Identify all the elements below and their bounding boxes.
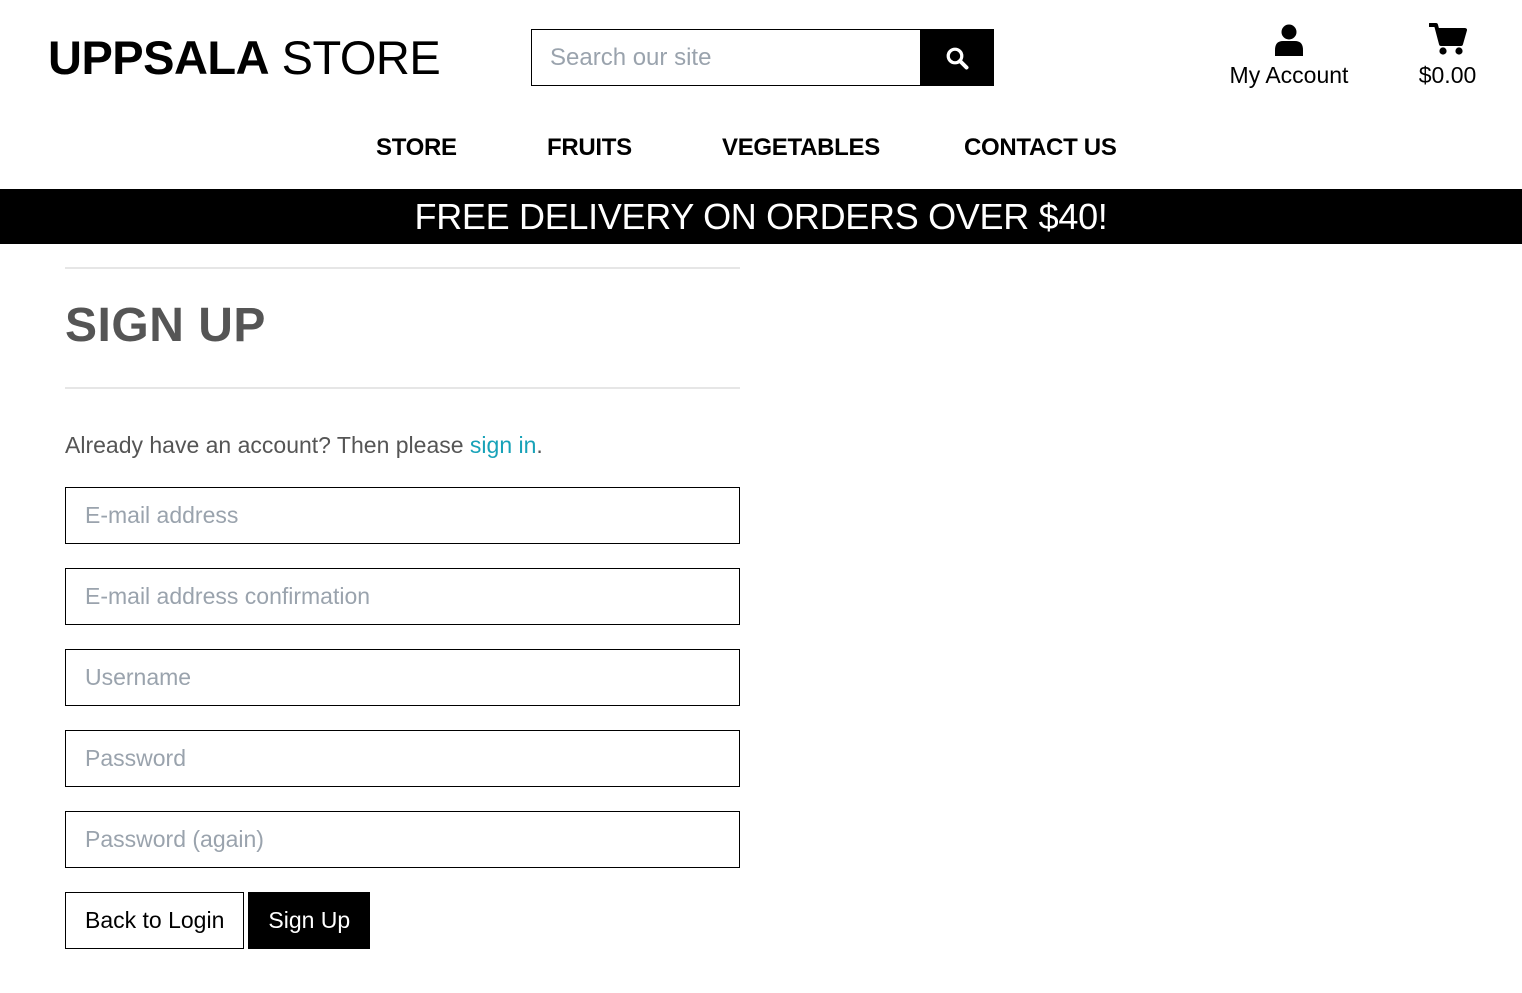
search-form xyxy=(531,29,994,86)
free-delivery-banner: FREE DELIVERY ON ORDERS OVER $40! xyxy=(0,189,1522,244)
nav-item-store[interactable]: STORE xyxy=(376,128,457,168)
page-title: SIGN UP xyxy=(65,299,266,352)
logo-bold-text: UPPSALA xyxy=(48,31,270,84)
cart-total: $0.00 xyxy=(1418,62,1477,88)
store-logo[interactable]: UPPSALA STORE xyxy=(48,30,441,86)
signin-prompt: Already have an account? Then please sig… xyxy=(65,430,740,460)
main-nav: STORE FRUITS VEGETABLES CONTACT US xyxy=(0,128,1522,168)
sign-in-link[interactable]: sign in xyxy=(470,432,536,458)
search-icon xyxy=(946,47,969,69)
password-again-field[interactable] xyxy=(65,811,740,868)
form-actions: Back to Login Sign Up xyxy=(65,892,740,949)
top-divider xyxy=(65,267,740,269)
user-icon xyxy=(1275,24,1303,56)
email-confirm-field[interactable] xyxy=(65,568,740,625)
search-input[interactable] xyxy=(531,29,920,86)
email-field[interactable] xyxy=(65,487,740,544)
site-header: UPPSALA STORE My Account xyxy=(0,0,1522,189)
username-field[interactable] xyxy=(65,649,740,706)
nav-item-contact-us[interactable]: CONTACT US xyxy=(964,128,1117,168)
nav-item-fruits[interactable]: FRUITS xyxy=(547,128,632,168)
title-divider xyxy=(65,387,740,389)
shopping-cart-icon xyxy=(1428,23,1467,55)
my-account-link[interactable]: My Account xyxy=(1210,20,1368,94)
sign-up-button[interactable]: Sign Up xyxy=(248,892,371,949)
search-button[interactable] xyxy=(920,29,994,86)
signin-prompt-suffix: . xyxy=(536,432,543,458)
cart-link[interactable]: $0.00 xyxy=(1400,20,1495,94)
back-to-login-button[interactable]: Back to Login xyxy=(65,892,245,949)
signin-prompt-text: Already have an account? Then please xyxy=(65,432,470,458)
signup-section: SIGN UP Already have an account? Then pl… xyxy=(65,267,740,949)
logo-light-text: STORE xyxy=(281,31,441,84)
nav-item-vegetables[interactable]: VEGETABLES xyxy=(722,128,880,168)
signup-form: Back to Login Sign Up xyxy=(65,487,740,949)
password-field[interactable] xyxy=(65,730,740,787)
my-account-label: My Account xyxy=(1229,62,1349,88)
